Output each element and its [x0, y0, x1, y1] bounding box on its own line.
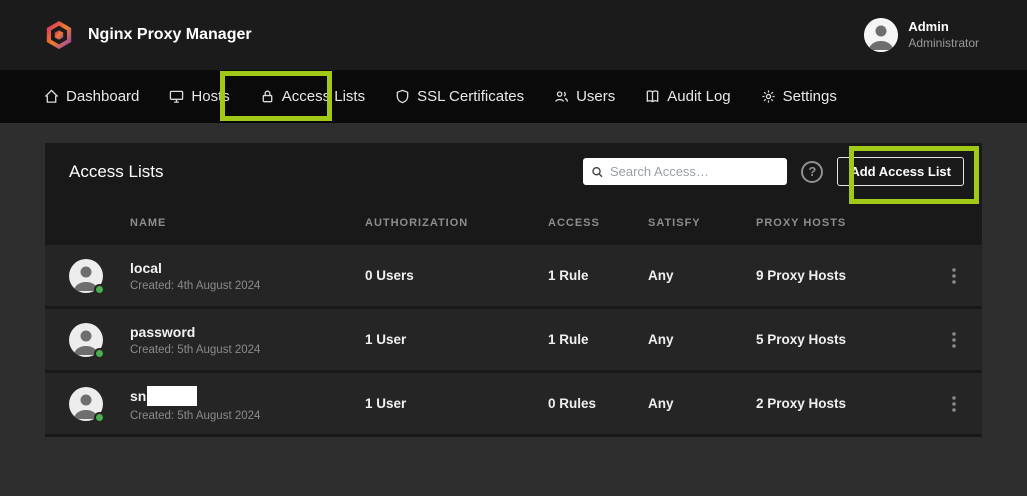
user-role: Administrator: [908, 36, 979, 51]
search-box: [583, 158, 787, 185]
users-icon: [554, 89, 569, 104]
nav-label: Audit Log: [667, 88, 730, 105]
cell-name: password Created: 5th August 2024: [130, 324, 365, 356]
shield-icon: [395, 89, 410, 104]
cell-access: 1 Rule: [548, 332, 648, 347]
app-window: Nginx Proxy Manager Admin Administrator: [0, 0, 1027, 496]
app-logo-icon: [44, 20, 74, 50]
nav-item-settings[interactable]: Settings: [761, 88, 837, 105]
column-header-proxy-hosts: PROXY HOSTS: [756, 217, 926, 229]
row-avatar: [69, 323, 103, 357]
table-header: NAME AUTHORIZATION ACCESS SATISFY PROXY …: [45, 200, 982, 245]
user-avatar: [864, 18, 898, 52]
nav-label: Users: [576, 88, 615, 105]
access-lists-card: Access Lists ? Add Access List NAME AUTH…: [45, 143, 982, 437]
row-menu-button[interactable]: [940, 262, 968, 290]
gear-icon: [761, 89, 776, 104]
cell-name: sn Created: 5th August 2024: [130, 386, 365, 422]
cell-proxy-hosts: 2 Proxy Hosts: [756, 396, 926, 411]
main-nav: Dashboard Hosts Access Lists SSL Certifi…: [0, 70, 1027, 123]
row-menu-button[interactable]: [940, 326, 968, 354]
cell-name: local Created: 4th August 2024: [130, 260, 365, 292]
column-header-authorization: AUTHORIZATION: [365, 217, 548, 229]
created-date: Created: 4th August 2024: [130, 280, 365, 292]
nav-item-ssl-certificates[interactable]: SSL Certificates: [395, 88, 524, 105]
cell-satisfy: Any: [648, 332, 756, 347]
status-online-dot: [94, 412, 105, 423]
nav-label: Settings: [783, 88, 837, 105]
kebab-menu-icon: [952, 268, 956, 284]
table-row[interactable]: password Created: 5th August 2024 1 User…: [45, 309, 982, 373]
row-menu-button[interactable]: [940, 390, 968, 418]
lock-icon: [260, 89, 275, 104]
row-avatar: [69, 387, 103, 421]
column-header-name: NAME: [130, 217, 365, 229]
table-row[interactable]: local Created: 4th August 2024 0 Users 1…: [45, 245, 982, 309]
created-date: Created: 5th August 2024: [130, 410, 365, 422]
add-access-list-button[interactable]: Add Access List: [837, 157, 964, 186]
book-icon: [645, 89, 660, 104]
nav-label: Dashboard: [66, 88, 139, 105]
app-title: Nginx Proxy Manager: [88, 26, 252, 44]
redaction-box: [147, 386, 197, 406]
search-icon: [591, 165, 604, 179]
nav-item-dashboard[interactable]: Dashboard: [44, 88, 139, 105]
user-menu[interactable]: Admin Administrator: [864, 18, 979, 52]
row-avatar: [69, 259, 103, 293]
column-header-satisfy: SATISFY: [648, 217, 756, 229]
status-online-dot: [94, 284, 105, 295]
nav-label: SSL Certificates: [417, 88, 524, 105]
cell-authorization: 1 User: [365, 332, 548, 347]
access-list-name: sn: [130, 386, 365, 406]
search-input[interactable]: [610, 164, 779, 179]
cell-satisfy: Any: [648, 268, 756, 283]
nav-item-users[interactable]: Users: [554, 88, 615, 105]
user-meta: Admin Administrator: [908, 19, 979, 50]
cell-authorization: 1 User: [365, 396, 548, 411]
home-icon: [44, 89, 59, 104]
kebab-menu-icon: [952, 332, 956, 348]
table-row[interactable]: sn Created: 5th August 2024 1 User 0 Rul…: [45, 373, 982, 437]
cell-proxy-hosts: 5 Proxy Hosts: [756, 332, 926, 347]
kebab-menu-icon: [952, 396, 956, 412]
created-date: Created: 5th August 2024: [130, 344, 365, 356]
column-header-access: ACCESS: [548, 217, 648, 229]
access-list-name: local: [130, 260, 365, 276]
nav-item-audit-log[interactable]: Audit Log: [645, 88, 730, 105]
brand: Nginx Proxy Manager: [44, 20, 252, 50]
cell-access: 0 Rules: [548, 396, 648, 411]
card-header: Access Lists ? Add Access List: [45, 143, 982, 200]
monitor-icon: [169, 89, 184, 104]
nav-item-hosts[interactable]: Hosts: [169, 88, 229, 105]
cell-proxy-hosts: 9 Proxy Hosts: [756, 268, 926, 283]
user-name: Admin: [908, 19, 979, 35]
content-area: Access Lists ? Add Access List NAME AUTH…: [0, 123, 1027, 437]
nav-label: Hosts: [191, 88, 229, 105]
cell-authorization: 0 Users: [365, 268, 548, 283]
access-list-name: password: [130, 324, 365, 340]
cell-access: 1 Rule: [548, 268, 648, 283]
top-header: Nginx Proxy Manager Admin Administrator: [0, 0, 1027, 70]
page-title: Access Lists: [69, 162, 163, 182]
nav-label: Access Lists: [282, 88, 365, 105]
nav-item-access-lists[interactable]: Access Lists: [260, 88, 365, 105]
status-online-dot: [94, 348, 105, 359]
cell-satisfy: Any: [648, 396, 756, 411]
help-button[interactable]: ?: [801, 161, 823, 183]
